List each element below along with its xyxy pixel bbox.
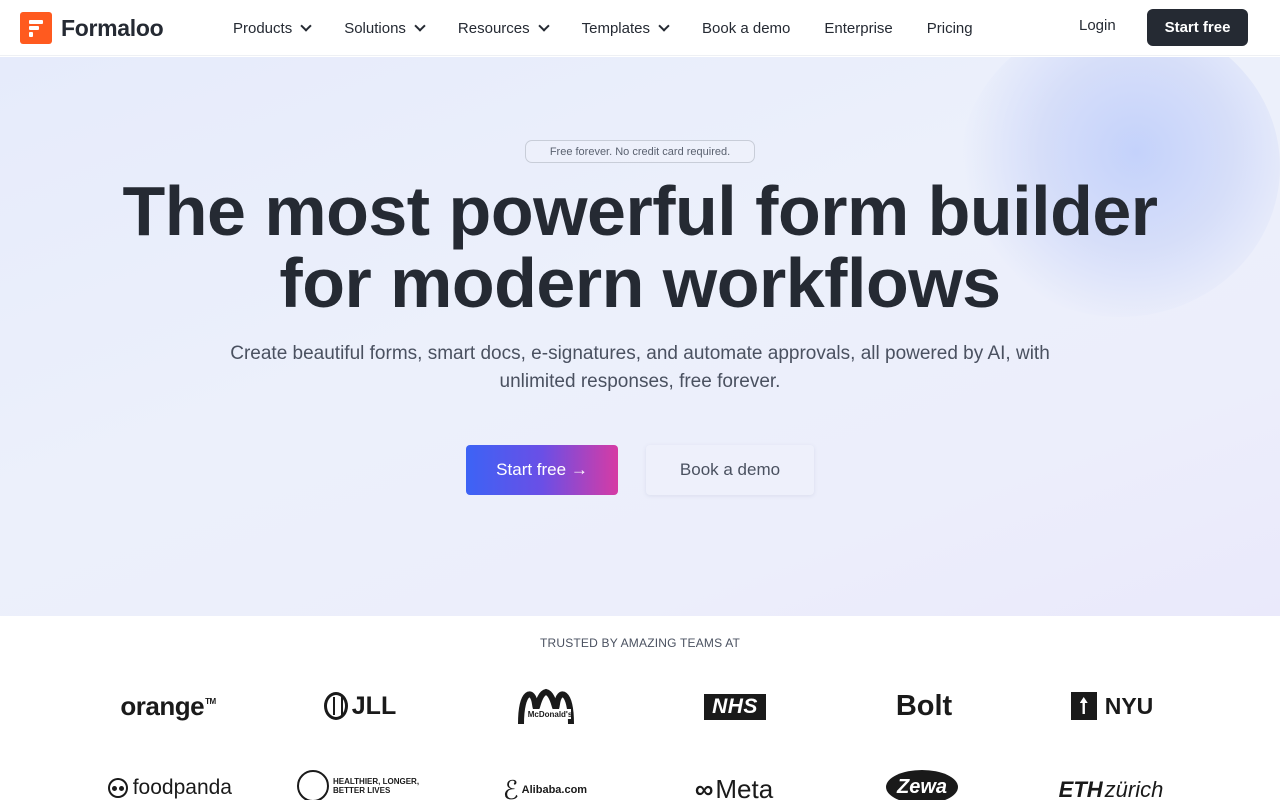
eth-logo-rest: zürich [1104, 777, 1164, 800]
menu-item-products[interactable]: Products [233, 19, 312, 37]
eth-logo-bold: ETH [1058, 777, 1103, 800]
main-menu: Products Solutions Resources Templates B… [233, 0, 1007, 56]
hero-subheading: Create beautiful forms, smart docs, e-si… [230, 343, 1050, 392]
nyu-logo: NYU [1068, 690, 1156, 722]
aia-logo: HEALTHIER, LONGER, BETTER LIVES [296, 770, 419, 800]
menu-item-resources[interactable]: Resources [457, 19, 550, 37]
jll-logo: JLL [320, 688, 400, 724]
foodpanda-logo-text: foodpanda [132, 776, 232, 799]
menu-item-label: Book a demo [702, 19, 791, 37]
chevron-down-icon [537, 19, 550, 32]
alibaba-logo-text: Alibaba.com [521, 784, 588, 796]
meta-infinity-icon: ∞ [694, 773, 714, 800]
orange-logo-text: orange [120, 690, 205, 721]
bolt-logo: Bolt [895, 689, 953, 722]
menu-item-label: Products [233, 19, 293, 37]
start-free-hero-button[interactable]: Start free → [466, 445, 618, 495]
menu-item-label: Enterprise [824, 19, 893, 37]
panda-icon [108, 778, 128, 798]
menu-item-book-a-demo[interactable]: Book a demo [702, 20, 790, 37]
menu-item-label: Solutions [344, 19, 406, 37]
aia-tagline: HEALTHIER, LONGER, BETTER LIVES [333, 777, 419, 795]
chevron-down-icon [414, 19, 426, 32]
aia-tagline-line-1: HEALTHIER, LONGER, [332, 777, 420, 786]
aia-tagline-line-2: BETTER LIVES [332, 786, 391, 795]
headline-line-1: The most powerful form builder [122, 172, 1158, 250]
menu-item-label: Resources [457, 19, 530, 37]
nhs-logo: NHS [704, 694, 766, 720]
orange-logo: orange TM [113, 688, 223, 724]
mcdonalds-logo-text: McDonald's [528, 710, 573, 719]
headline-line-2: for modern workflows [279, 244, 1001, 322]
top-nav: Formaloo Products Solutions Resources Te… [0, 0, 1280, 56]
alibaba-logo: ℰ Alibaba.com [494, 774, 596, 800]
menu-item-pricing[interactable]: Pricing [927, 20, 973, 37]
jll-logo-text: JLL [351, 691, 397, 720]
book-demo-hero-button[interactable]: Book a demo [646, 445, 814, 495]
brand-name: Formaloo [61, 14, 164, 41]
free-forever-badge: Free forever. No credit card required. [525, 140, 755, 163]
orange-logo-tm: TM [205, 696, 216, 706]
mcdonalds-logo: McDonald's [515, 684, 577, 728]
hero-headline: The most powerful form builder for moder… [0, 175, 1280, 319]
jll-mark-icon [323, 692, 348, 720]
menu-item-templates[interactable]: Templates [581, 19, 670, 37]
zewa-logo: Zewa [886, 770, 958, 800]
nyu-torch-icon [1070, 692, 1097, 720]
foodpanda-logo: foodpanda [108, 774, 232, 800]
menu-item-label: Templates [581, 19, 650, 37]
start-free-nav-button[interactable]: Start free [1147, 9, 1248, 46]
chevron-down-icon [300, 19, 312, 32]
nyu-logo-text: NYU [1104, 692, 1154, 719]
hero-section: Free forever. No credit card required. T… [0, 57, 1280, 616]
meta-logo-text: Meta [715, 773, 774, 800]
eth-zurich-logo: ETH zürich [1058, 776, 1164, 800]
menu-item-solutions[interactable]: Solutions [344, 19, 426, 37]
trusted-by-heading: TRUSTED BY AMAZING TEAMS AT [539, 636, 741, 650]
mcdonalds-arches-icon: McDonald's [518, 688, 574, 725]
menu-item-label: Pricing [926, 19, 973, 37]
aia-mark-icon [296, 770, 329, 800]
login-link[interactable]: Login [1079, 17, 1116, 34]
formaloo-logo[interactable]: Formaloo [20, 12, 164, 44]
menu-item-enterprise[interactable]: Enterprise [824, 20, 892, 37]
meta-logo: ∞ Meta [684, 774, 784, 800]
alibaba-mark-icon: ℰ [502, 774, 519, 800]
chevron-down-icon [658, 19, 670, 32]
formaloo-logo-icon [20, 12, 52, 44]
